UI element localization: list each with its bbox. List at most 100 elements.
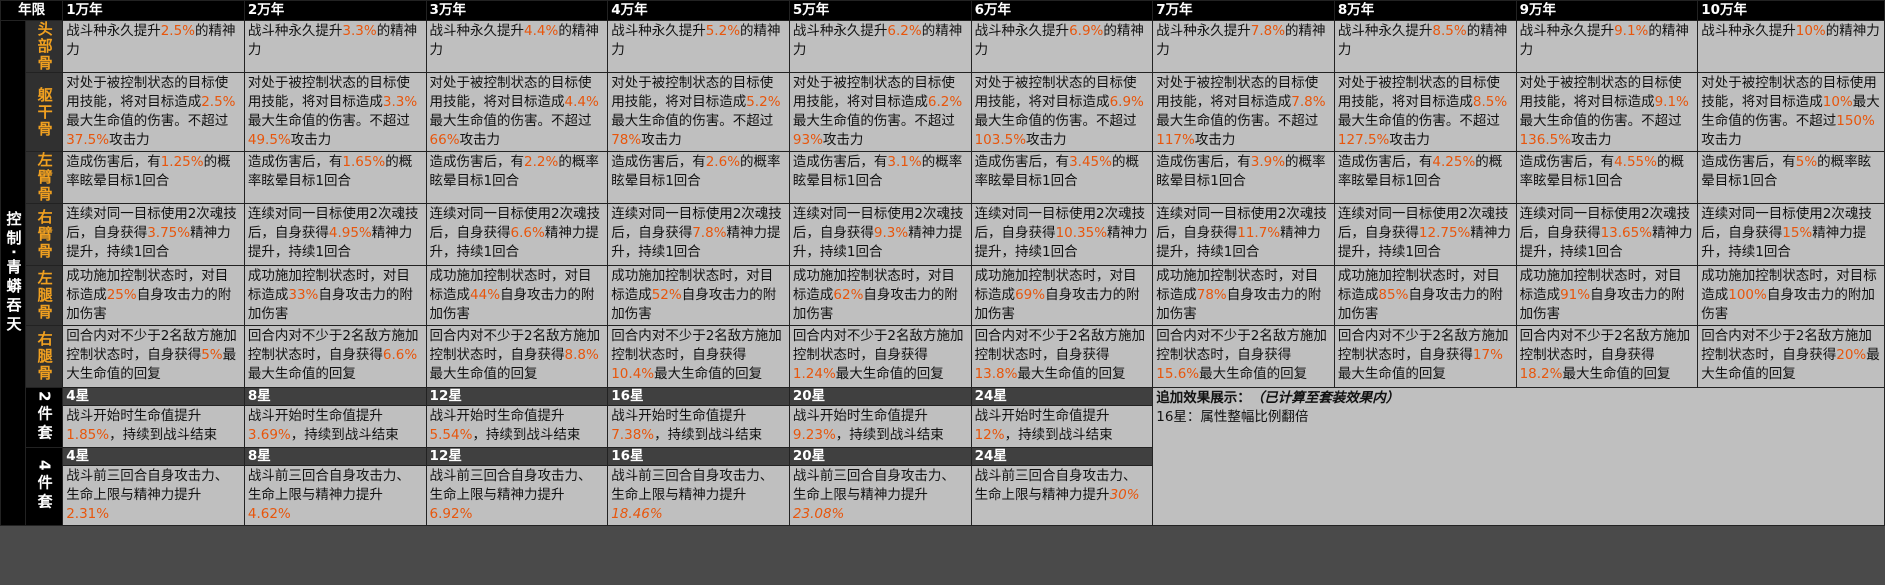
- star-tier: 12星: [425, 387, 609, 406]
- effect-text: 攻击力: [822, 132, 864, 148]
- effect-cell: 成功施加控制状态时，对目标造成78%自身攻击力的附加伤害: [1152, 265, 1335, 326]
- effect-cell: 连续对同一目标使用2次魂技后，自身获得6.6%精神力提升，持续1回合: [425, 203, 609, 266]
- star-tier: 4星: [62, 447, 245, 466]
- set-effect-cell: 战斗开始时生命值提升 7.38%，持续到战斗结束: [607, 405, 790, 448]
- set-effect-cell: 战斗开始时生命值提升 1.85%，持续到战斗结束: [62, 405, 245, 448]
- effect-value: 3.75%: [147, 225, 191, 241]
- effect-cell: 对处于被控制状态的目标使用技能，将对目标造成6.9%最大生命值的伤害。不超过10…: [970, 72, 1154, 152]
- effect-value: 2.2%: [524, 154, 559, 170]
- part-row: 左腿骨 成功施加控制状态时，对目标造成25%自身攻击力的附加伤害 成功施加控制状态时…: [1, 265, 1885, 326]
- header-year: 2万年: [243, 0, 427, 21]
- effect-value: 52%: [651, 287, 682, 303]
- header-corner: 年限: [0, 0, 64, 21]
- effect-value: 3.1%: [887, 154, 922, 170]
- effect-cell: 回合内对不少于2名敌方施加控制状态时，自身获得 15.6%最大生命值的回复: [1152, 325, 1335, 388]
- star-tier: 20星: [788, 447, 972, 466]
- effect-cell: 回合内对不少于2名敌方施加控制状态时，自身获得 18.2%最大生命值的回复: [1515, 325, 1699, 388]
- effect-value: 2.5%: [160, 23, 196, 39]
- effect-text: ，持续到战斗结束: [835, 427, 944, 443]
- set4-label: 4件套: [25, 447, 64, 526]
- effect-value: 117%: [1156, 132, 1195, 148]
- effect-text: 最大生命值的伤害。不超过: [792, 113, 955, 129]
- effect-value: 9.3%: [873, 225, 909, 241]
- effect-text: 造成伤害后，有: [1701, 154, 1796, 170]
- part-label: 右臂骨: [25, 203, 64, 266]
- star-tier: 4星: [62, 387, 245, 406]
- effect-text: 造成伤害后，有: [66, 154, 161, 170]
- effect-value: 11.7%: [1237, 225, 1281, 241]
- effect-cell: 成功施加控制状态时，对目标造成25%自身攻击力的附加伤害: [62, 265, 245, 326]
- effect-text: 最大生命值的回复: [835, 366, 944, 382]
- effect-value: 3.3%: [342, 23, 377, 39]
- effect-value: 136.5%: [1519, 132, 1572, 148]
- note-title: 追加效果展示：: [1156, 390, 1251, 406]
- effect-cell: 成功施加控制状态时，对目标造成85%自身攻击力的附加伤害: [1333, 265, 1517, 326]
- effect-cell: 回合内对不少于2名敌方施加控制状态时，自身获得 10.4%最大生命值的回复: [607, 325, 790, 388]
- effect-value: 49.5%: [247, 132, 291, 148]
- effect-text: 战斗开始时生命值提升: [974, 408, 1110, 424]
- effect-value: 18.2%: [1519, 366, 1563, 382]
- effect-value: 18.46%: [611, 506, 663, 522]
- part-row: 左臂骨 造成伤害后，有1.25%的概率眩晕目标1回合 造成伤害后，有1.65%的概率…: [1, 151, 1885, 204]
- effect-cell: 战斗种永久提升5.2%的精神力: [607, 20, 790, 73]
- effect-value: 150%: [1836, 113, 1875, 129]
- part-row: 右臂骨 连续对同一目标使用2次魂技后，自身获得3.75%精神力提升，持续1回合 连续…: [1, 203, 1885, 266]
- effect-value: 8.5%: [1472, 94, 1508, 110]
- effect-value: 2.5%: [201, 94, 236, 110]
- effect-value: 4.62%: [247, 506, 291, 522]
- effect-value: 2.31%: [66, 506, 110, 522]
- effect-cell: 成功施加控制状态时，对目标造成33%自身攻击力的附加伤害: [243, 265, 427, 326]
- effect-text: ，持续到战斗结束: [290, 427, 399, 443]
- effect-text: 攻击力: [641, 132, 682, 148]
- star-tier: 8星: [243, 447, 427, 466]
- effect-value: 6.9%: [1069, 23, 1104, 39]
- effect-text: 战斗前三回合自身攻击力、生命上限与精神力提升: [611, 468, 774, 503]
- effect-cell: 对处于被控制状态的目标使用技能，将对目标造成7.8%最大生命值的伤害。不超过11…: [1152, 72, 1335, 152]
- effect-text: 战斗开始时生命值提升: [66, 408, 202, 424]
- effect-cell: 战斗种永久提升6.2%的精神力: [788, 20, 972, 73]
- effect-text: 造成伤害后，有: [1156, 154, 1251, 170]
- effect-cell: 成功施加控制状态时，对目标造成44%自身攻击力的附加伤害: [425, 265, 609, 326]
- effect-cell: 战斗种永久提升9.1%的精神力: [1515, 20, 1699, 73]
- effect-text: 造成伤害后，有: [792, 154, 888, 170]
- set-effect-cell: 战斗前三回合自身攻击力、生命上限与精神力提升 18.46%: [607, 465, 790, 526]
- effect-value: 6.6%: [382, 347, 418, 363]
- effect-cell: 连续对同一目标使用2次魂技后，自身获得9.3%精神力提升，持续1回合: [788, 203, 972, 266]
- effect-text: 攻击力: [1389, 132, 1430, 148]
- effect-value: 6.92%: [429, 506, 473, 522]
- effect-value: 4.95%: [328, 225, 372, 241]
- effect-cell: 造成伤害后，有4.55%的概率眩晕目标1回合: [1515, 151, 1699, 204]
- note-line: 16星：属性整幅比例翻倍: [1156, 409, 1309, 425]
- effect-cell: 战斗种永久提升4.4%的精神力: [425, 20, 609, 73]
- effect-text: 回合内对不少于2名敌方施加控制状态时，自身获得: [611, 328, 782, 363]
- header-year: 8万年: [1333, 0, 1517, 21]
- part-label: 头部骨: [25, 20, 64, 73]
- effect-text: 战斗开始时生命值提升: [611, 408, 747, 424]
- side-label: 控制·青蟒吞天: [0, 20, 27, 526]
- effect-cell: 对处于被控制状态的目标使用技能，将对目标造成6.2%最大生命值的伤害。不超过93…: [788, 72, 972, 152]
- header-year: 4万年: [607, 0, 790, 21]
- effect-text: 造成伤害后，有: [1337, 154, 1433, 170]
- footer-bar: [0, 525, 1885, 549]
- effect-text: 最大生命值的回复: [1017, 366, 1126, 382]
- effect-value: 7.8%: [1291, 94, 1326, 110]
- effect-cell: 对处于被控制状态的目标使用技能，将对目标造成8.5%最大生命值的伤害。不超过12…: [1333, 72, 1517, 152]
- effect-value: 1.24%: [792, 366, 836, 382]
- effect-text: 回合内对不少于2名敌方施加控制状态时，自身获得: [974, 328, 1146, 363]
- effect-cell: 造成伤害后，有1.65%的概率眩晕目标1回合: [243, 151, 427, 204]
- effect-value: 10%: [1822, 94, 1853, 110]
- effect-value: 25%: [106, 287, 137, 303]
- effect-text: 最大生命值的伤害。不超过: [1519, 113, 1682, 129]
- effect-cell: 成功施加控制状态时，对目标造成69%自身攻击力的附加伤害: [970, 265, 1154, 326]
- effect-value: 33%: [288, 287, 319, 303]
- effect-text: 攻击力: [1571, 132, 1612, 148]
- header-year: 1万年: [62, 0, 245, 21]
- effect-value: 10.35%: [1055, 225, 1108, 241]
- set-effect-cell: 战斗开始时生命值提升 5.54%，持续到战斗结束: [425, 405, 609, 448]
- effect-cell: 成功施加控制状态时，对目标造成100%自身攻击力的附加伤害: [1697, 265, 1885, 326]
- header-year: 3万年: [425, 0, 609, 21]
- set-effect-cell: 战斗前三回合自身攻击力、生命上限与精神力提升 2.31%: [62, 465, 245, 526]
- effect-value: 44%: [470, 287, 501, 303]
- effect-value: 4.4%: [564, 94, 599, 110]
- effect-text: 战斗前三回合自身攻击力、生命上限与精神力提升: [247, 468, 410, 503]
